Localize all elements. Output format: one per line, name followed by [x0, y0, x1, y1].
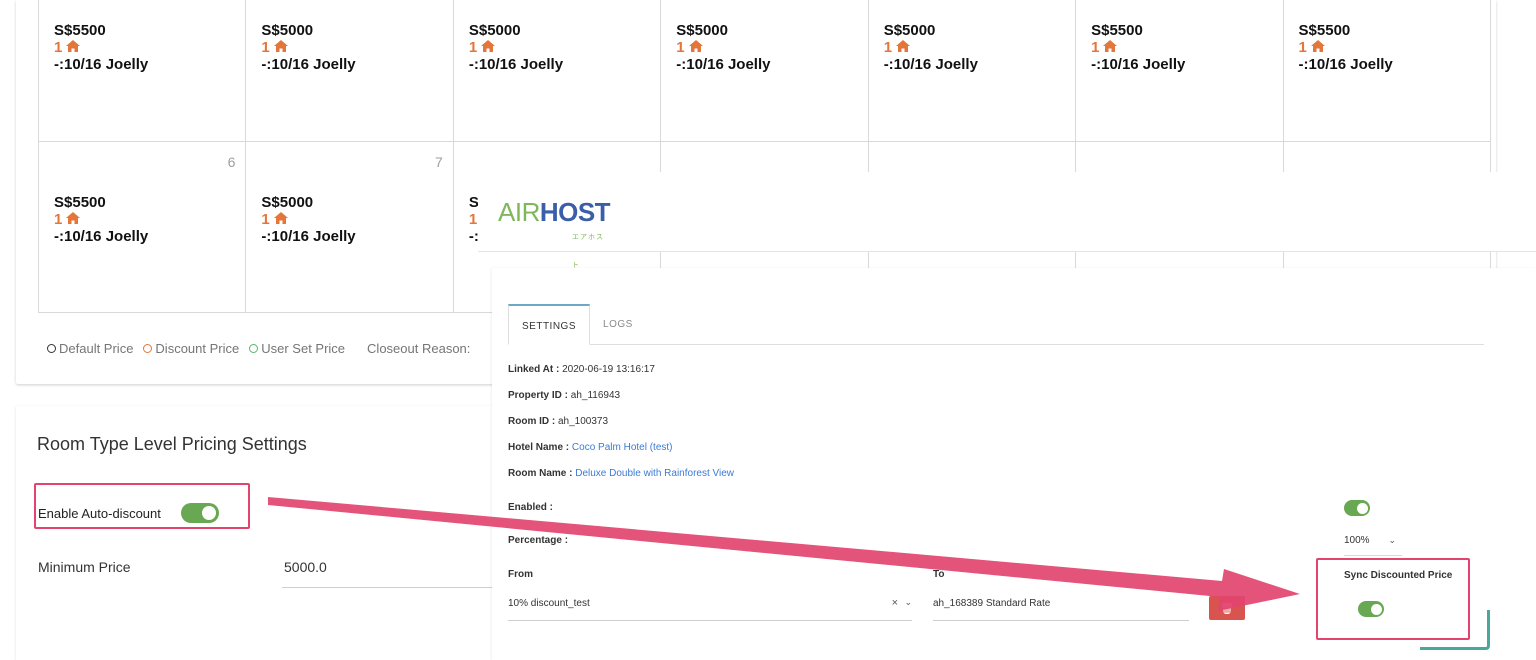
day-price: S$5500 — [1298, 22, 1351, 39]
availability: 1 — [1299, 39, 1490, 56]
minimum-price-label: Minimum Price — [38, 559, 131, 575]
house-icon — [273, 39, 289, 56]
highlight-box-auto-discount — [34, 483, 250, 529]
minimum-price-input[interactable]: 5000.0 — [282, 551, 496, 588]
airhost-header: AIR HOST エアホスト — [478, 172, 1536, 269]
house-icon — [481, 40, 496, 52]
availability: 1 — [54, 211, 245, 228]
booking-note: -:10/16 Joelly — [883, 56, 978, 73]
day-price: S$5500 — [54, 22, 106, 39]
section-title: Room Type Level Pricing Settings — [37, 434, 307, 454]
house-icon — [66, 212, 81, 224]
house-icon — [65, 211, 81, 228]
availability: 1 — [469, 39, 660, 56]
calendar-day-cell[interactable]: 6 S$5500 1 -:10/16 Joelly — [39, 142, 247, 312]
to-label: To — [933, 569, 945, 580]
calendar-day-cell[interactable]: S$5000 1 -:10/16 Joelly — [869, 0, 1077, 141]
legend-closeout: Closeout Reason: — [367, 341, 471, 356]
calendar-day-cell[interactable]: S$5000 1 -:10/16 Joelly — [661, 0, 869, 141]
availability: 1 — [1091, 39, 1282, 56]
house-icon — [688, 40, 703, 52]
percentage-label: Percentage : — [508, 535, 569, 546]
house-icon — [273, 40, 288, 52]
calendar-day-cell[interactable]: 7 S$5000 1 -:10/16 Joelly — [246, 142, 454, 312]
enabled-toggle[interactable] — [1344, 500, 1370, 516]
circle-icon — [143, 344, 153, 353]
tab-logs[interactable]: LOGS — [590, 304, 646, 344]
availability: 1 — [54, 39, 245, 56]
clear-icon[interactable]: × — [892, 597, 898, 609]
house-icon — [1103, 40, 1118, 52]
hotel-name-row: Hotel Name : Coco Palm Hotel (test) — [508, 442, 673, 453]
linked-at-row: Linked At : 2020-06-19 13:16:17 — [508, 364, 655, 375]
chevron-down-icon: ⌄ — [1388, 535, 1396, 545]
house-icon — [1310, 39, 1326, 56]
day-price: S$5000 — [468, 22, 521, 39]
house-icon — [480, 39, 496, 56]
calendar-day-cell[interactable]: S$5500 1 -:10/16 Joelly — [1284, 0, 1491, 141]
booking-note: -:10/16 Joelly — [676, 56, 771, 73]
booking-note: -:10/16 Joelly — [261, 56, 356, 73]
booking-note: -:10/16 Joelly — [261, 228, 356, 245]
highlight-box-sync-price — [1316, 558, 1470, 640]
day-price: S$5500 — [1091, 22, 1143, 39]
house-icon — [273, 211, 289, 228]
availability: 1 — [676, 39, 867, 56]
availability: 1 — [884, 39, 1075, 56]
calendar-day-cell[interactable]: S$5500 1 -:10/16 Joelly — [1076, 0, 1284, 141]
calendar-day-cell[interactable]: S$5000 1 -:10/16 Joelly — [454, 0, 662, 141]
house-icon — [896, 40, 911, 52]
calendar-row: S$5500 1 -:10/16 Joelly S$5000 1 -:10/16 Joel… — [39, 0, 1491, 141]
legend-user-set: User Set Price — [249, 341, 345, 356]
circle-icon — [47, 344, 56, 353]
booking-note: -:10/16 Joelly — [1091, 56, 1186, 73]
chevron-down-icon[interactable]: ⌄ — [904, 597, 912, 608]
from-select[interactable]: 10% discount_test × ⌄ — [508, 591, 912, 621]
booking-note: -:10/16 Joelly — [468, 56, 564, 73]
booking-note: -:10/16 Joelly — [1298, 56, 1393, 73]
airhost-logo: AIR HOST エアホスト — [498, 197, 611, 269]
day-price: S$5000 — [261, 22, 314, 39]
day-price: S$5000 — [676, 22, 728, 39]
from-label: From — [508, 569, 533, 580]
day-price: S$5000 — [261, 194, 314, 211]
house-icon — [1102, 39, 1118, 56]
legend-discount: Discount Price — [143, 341, 239, 356]
hotel-name-link[interactable]: Coco Palm Hotel (test) — [572, 442, 673, 453]
day-number: 7 — [435, 154, 443, 170]
day-price: S$5500 — [54, 194, 106, 211]
room-name-row: Room Name : Deluxe Double with Rainfores… — [508, 468, 735, 479]
house-icon — [895, 39, 911, 56]
price-legend: Default Price Discount Price User Set Pr… — [47, 341, 470, 356]
percentage-select[interactable]: 100% ⌄ — [1344, 532, 1402, 556]
house-icon — [273, 212, 288, 224]
booking-note: -:10/16 Joelly — [54, 56, 149, 73]
day-price: S$5000 — [883, 22, 936, 39]
house-icon — [1310, 40, 1325, 52]
tab-settings[interactable]: SETTINGS — [508, 304, 591, 345]
availability: 1 — [261, 211, 452, 228]
house-icon — [688, 39, 704, 56]
booking-note: -:10/16 Joelly — [54, 228, 149, 245]
delete-button[interactable]: 🗑 — [1209, 596, 1245, 620]
day-number: 6 — [227, 154, 236, 170]
tab-bar: SETTINGS LOGS — [508, 304, 1484, 345]
house-icon — [65, 39, 81, 56]
room-type-pricing-card: Room Type Level Pricing Settings Enable … — [16, 406, 496, 660]
calendar-day-cell[interactable]: S$5000 1 -:10/16 Joelly — [246, 0, 454, 141]
circle-icon — [249, 344, 259, 353]
property-id-row: Property ID : ah_116943 — [508, 390, 621, 401]
house-icon — [66, 40, 81, 52]
room-id-row: Room ID : ah_100373 — [508, 416, 609, 427]
availability: 1 — [261, 39, 452, 56]
calendar-day-cell[interactable]: S$5500 1 -:10/16 Joelly — [39, 0, 247, 141]
to-select[interactable]: ah_168389 Standard Rate — [933, 591, 1189, 621]
room-name-link[interactable]: Deluxe Double with Rainforest View — [575, 468, 734, 479]
calendar-grid: S$5500 1 -:10/16 Joelly S$5000 1 -:10/16 Joel… — [38, 0, 1491, 313]
legend-default: Default Price — [47, 341, 133, 356]
enabled-label: Enabled : — [508, 502, 554, 513]
trash-icon: 🗑 — [1220, 602, 1234, 615]
